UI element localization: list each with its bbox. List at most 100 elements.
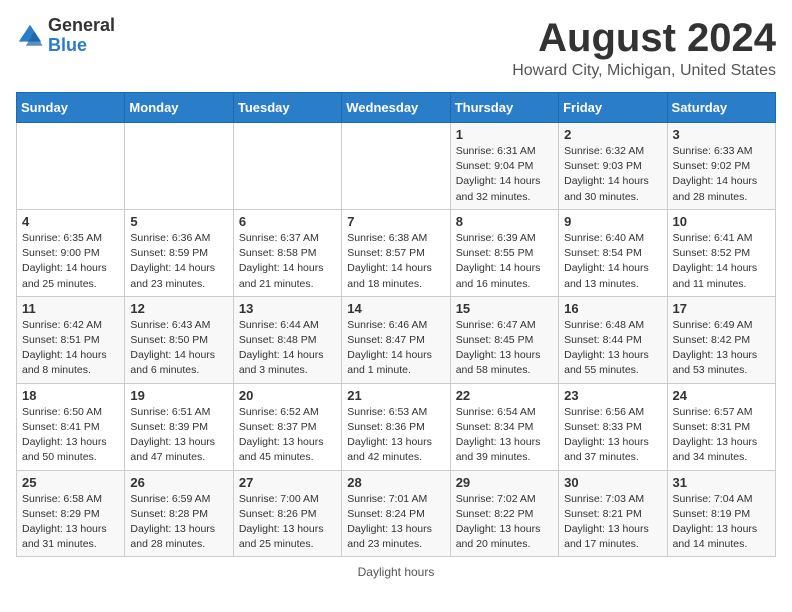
day-number: 1 (456, 127, 553, 142)
header-row: SundayMondayTuesdayWednesdayThursdayFrid… (17, 93, 776, 123)
week-row-5: 25Sunrise: 6:58 AM Sunset: 8:29 PM Dayli… (17, 470, 776, 557)
day-info: Sunrise: 6:35 AM Sunset: 9:00 PM Dayligh… (22, 231, 119, 292)
day-cell: 31 Sunrise: 7:04 AM Sunset: 8:19 PM Dayli… (667, 470, 775, 557)
day-number: 18 (22, 388, 119, 403)
week-row-1: 1 Sunrise: 6:31 AM Sunset: 9:04 PM Daylig… (17, 123, 776, 210)
day-cell: 5 Sunrise: 6:36 AM Sunset: 8:59 PM Daylig… (125, 209, 233, 296)
day-info: Sunrise: 6:40 AM Sunset: 8:54 PM Dayligh… (564, 231, 661, 292)
day-number: 27 (239, 475, 336, 490)
day-info: Sunrise: 6:59 AM Sunset: 8:28 PM Dayligh… (130, 492, 227, 553)
day-info: Sunrise: 6:39 AM Sunset: 8:55 PM Dayligh… (456, 231, 553, 292)
day-info: Sunrise: 6:32 AM Sunset: 9:03 PM Dayligh… (564, 144, 661, 205)
day-cell: 9 Sunrise: 6:40 AM Sunset: 8:54 PM Daylig… (559, 209, 667, 296)
header-tuesday: Tuesday (233, 93, 341, 123)
day-info: Sunrise: 6:46 AM Sunset: 8:47 PM Dayligh… (347, 318, 444, 379)
day-info: Sunrise: 7:03 AM Sunset: 8:21 PM Dayligh… (564, 492, 661, 553)
day-number: 22 (456, 388, 553, 403)
header-sunday: Sunday (17, 93, 125, 123)
day-cell (342, 123, 450, 210)
day-info: Sunrise: 6:49 AM Sunset: 8:42 PM Dayligh… (673, 318, 770, 379)
day-cell: 4Sunrise: 6:35 AM Sunset: 9:00 PM Daylig… (17, 209, 125, 296)
header-thursday: Thursday (450, 93, 558, 123)
day-cell: 22 Sunrise: 6:54 AM Sunset: 8:34 PM Dayli… (450, 383, 558, 470)
day-cell: 21Sunrise: 6:53 AM Sunset: 8:36 PM Dayli… (342, 383, 450, 470)
day-info: Sunrise: 6:54 AM Sunset: 8:34 PM Dayligh… (456, 405, 553, 466)
day-cell: 12 Sunrise: 6:43 AM Sunset: 8:50 PM Dayli… (125, 296, 233, 383)
day-info: Sunrise: 7:02 AM Sunset: 8:22 PM Dayligh… (456, 492, 553, 553)
day-cell: 15 Sunrise: 6:47 AM Sunset: 8:45 PM Dayli… (450, 296, 558, 383)
day-cell: 10 Sunrise: 6:41 AM Sunset: 8:52 PM Dayli… (667, 209, 775, 296)
day-cell: 1 Sunrise: 6:31 AM Sunset: 9:04 PM Daylig… (450, 123, 558, 210)
footer-note: Daylight hours (16, 565, 776, 579)
day-cell: 26Sunrise: 6:59 AM Sunset: 8:28 PM Dayli… (125, 470, 233, 557)
day-number: 9 (564, 214, 661, 229)
day-info: Sunrise: 7:00 AM Sunset: 8:26 PM Dayligh… (239, 492, 336, 553)
day-cell: 8 Sunrise: 6:39 AM Sunset: 8:55 PM Daylig… (450, 209, 558, 296)
day-info: Sunrise: 6:52 AM Sunset: 8:37 PM Dayligh… (239, 405, 336, 466)
day-info: Sunrise: 6:41 AM Sunset: 8:52 PM Dayligh… (673, 231, 770, 292)
day-cell: 23Sunrise: 6:56 AM Sunset: 8:33 PM Dayli… (559, 383, 667, 470)
day-info: Sunrise: 7:04 AM Sunset: 8:19 PM Dayligh… (673, 492, 770, 553)
calendar-table: SundayMondayTuesdayWednesdayThursdayFrid… (16, 92, 776, 557)
day-info: Sunrise: 6:56 AM Sunset: 8:33 PM Dayligh… (564, 405, 661, 466)
day-cell: 27 Sunrise: 7:00 AM Sunset: 8:26 PM Dayli… (233, 470, 341, 557)
day-number: 7 (347, 214, 444, 229)
day-cell: 28 Sunrise: 7:01 AM Sunset: 8:24 PM Dayli… (342, 470, 450, 557)
day-cell: 3 Sunrise: 6:33 AM Sunset: 9:02 PM Daylig… (667, 123, 775, 210)
day-number: 17 (673, 301, 770, 316)
day-cell: 29 Sunrise: 7:02 AM Sunset: 8:22 PM Dayli… (450, 470, 558, 557)
day-number: 6 (239, 214, 336, 229)
day-info: Sunrise: 6:47 AM Sunset: 8:45 PM Dayligh… (456, 318, 553, 379)
logo-blue-text: Blue (48, 36, 115, 56)
day-cell: 25Sunrise: 6:58 AM Sunset: 8:29 PM Dayli… (17, 470, 125, 557)
day-number: 12 (130, 301, 227, 316)
logo: General Blue (16, 16, 115, 56)
day-info: Sunrise: 6:36 AM Sunset: 8:59 PM Dayligh… (130, 231, 227, 292)
day-number: 20 (239, 388, 336, 403)
calendar-title: August 2024 (512, 16, 776, 60)
day-cell: 16 Sunrise: 6:48 AM Sunset: 8:44 PM Dayli… (559, 296, 667, 383)
calendar-header: SundayMondayTuesdayWednesdayThursdayFrid… (17, 93, 776, 123)
logo-icon (16, 22, 44, 50)
day-cell: 11Sunrise: 6:42 AM Sunset: 8:51 PM Dayli… (17, 296, 125, 383)
day-number: 29 (456, 475, 553, 490)
day-cell: 19 Sunrise: 6:51 AM Sunset: 8:39 PM Dayli… (125, 383, 233, 470)
day-info: Sunrise: 6:48 AM Sunset: 8:44 PM Dayligh… (564, 318, 661, 379)
day-cell: 18 Sunrise: 6:50 AM Sunset: 8:41 PM Dayli… (17, 383, 125, 470)
day-cell: 13 Sunrise: 6:44 AM Sunset: 8:48 PM Dayli… (233, 296, 341, 383)
day-number: 19 (130, 388, 227, 403)
day-info: Sunrise: 6:53 AM Sunset: 8:36 PM Dayligh… (347, 405, 444, 466)
day-info: Sunrise: 6:37 AM Sunset: 8:58 PM Dayligh… (239, 231, 336, 292)
day-info: Sunrise: 6:51 AM Sunset: 8:39 PM Dayligh… (130, 405, 227, 466)
day-info: Sunrise: 6:44 AM Sunset: 8:48 PM Dayligh… (239, 318, 336, 379)
day-info: Sunrise: 6:43 AM Sunset: 8:50 PM Dayligh… (130, 318, 227, 379)
day-cell: 20 Sunrise: 6:52 AM Sunset: 8:37 PM Dayli… (233, 383, 341, 470)
day-number: 15 (456, 301, 553, 316)
header-friday: Friday (559, 93, 667, 123)
calendar-body: 1 Sunrise: 6:31 AM Sunset: 9:04 PM Daylig… (17, 123, 776, 557)
day-cell (17, 123, 125, 210)
day-number: 14 (347, 301, 444, 316)
day-number: 2 (564, 127, 661, 142)
calendar-subtitle: Howard City, Michigan, United States (512, 62, 776, 80)
day-number: 5 (130, 214, 227, 229)
day-number: 3 (673, 127, 770, 142)
day-number: 16 (564, 301, 661, 316)
day-number: 13 (239, 301, 336, 316)
day-cell (233, 123, 341, 210)
day-info: Sunrise: 6:38 AM Sunset: 8:57 PM Dayligh… (347, 231, 444, 292)
day-info: Sunrise: 6:50 AM Sunset: 8:41 PM Dayligh… (22, 405, 119, 466)
day-info: Sunrise: 7:01 AM Sunset: 8:24 PM Dayligh… (347, 492, 444, 553)
day-number: 31 (673, 475, 770, 490)
logo-text: General Blue (48, 16, 115, 56)
day-info: Sunrise: 6:31 AM Sunset: 9:04 PM Dayligh… (456, 144, 553, 205)
day-number: 28 (347, 475, 444, 490)
day-info: Sunrise: 6:58 AM Sunset: 8:29 PM Dayligh… (22, 492, 119, 553)
day-cell: 30Sunrise: 7:03 AM Sunset: 8:21 PM Dayli… (559, 470, 667, 557)
day-number: 8 (456, 214, 553, 229)
week-row-4: 18 Sunrise: 6:50 AM Sunset: 8:41 PM Dayli… (17, 383, 776, 470)
day-number: 10 (673, 214, 770, 229)
day-info: Sunrise: 6:33 AM Sunset: 9:02 PM Dayligh… (673, 144, 770, 205)
day-cell: 6 Sunrise: 6:37 AM Sunset: 8:58 PM Daylig… (233, 209, 341, 296)
day-cell: 24Sunrise: 6:57 AM Sunset: 8:31 PM Dayli… (667, 383, 775, 470)
